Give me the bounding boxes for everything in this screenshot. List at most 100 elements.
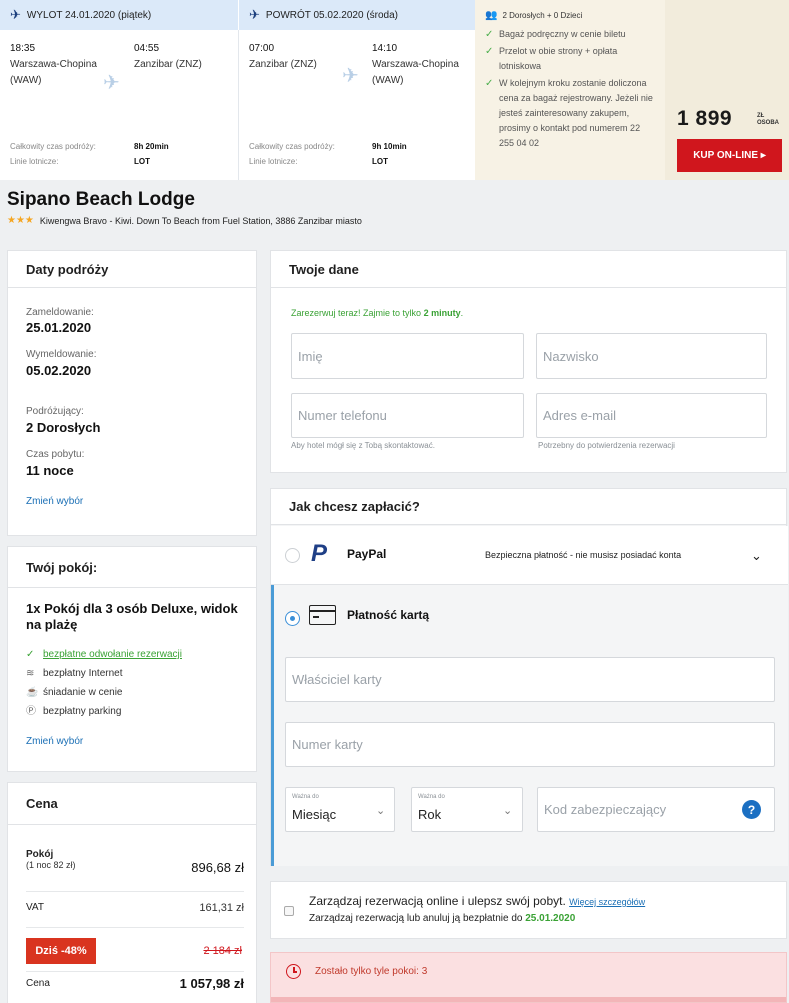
total-row: Cena 1 057,98 zł [26,976,244,991]
airline-label: Linie lotnicze: [249,157,298,166]
feature-text: bezpłatny parking [43,706,122,717]
promo-prefix: Zarezerwuj teraz! Zajmie to tylko [291,308,422,318]
benefits-list: Bagaż podręczny w cenie biletu Przelot w… [485,27,665,151]
paypal-label: PayPal [347,547,387,561]
card-option: Płatność kartą Właściciel karty Numer ka… [271,585,788,866]
feature-free-cancel[interactable]: ✓ bezpłatne odwołanie rezerwacji [26,645,251,664]
discount-badge: Dziś -48% [26,938,96,964]
duration-value: 8h 20min [134,142,169,151]
security-code-field[interactable]: Kod zabezpieczający [537,787,775,832]
plane-icon: ✈ [103,72,120,94]
departure-time: 07:00 [249,43,275,54]
price-title: Cena [8,783,256,825]
duration-value: 9h 10min [372,142,407,151]
price-unit: ZŁ OSOBA [757,113,779,127]
old-price: 2 184 zł [203,945,242,957]
total-label: Cena [26,978,50,989]
change-dates-link[interactable]: Zmień wybór [26,496,83,507]
return-arrival: 14:10 Warszawa-Chopina (WAW) [372,41,472,89]
card-number-field[interactable]: Numer karty [285,722,775,767]
benefit-item: Bagaż podręczny w cenie biletu [485,27,655,42]
price-currency: ZŁ [757,113,765,119]
more-details-link[interactable]: Więcej szczegółów [569,897,645,907]
card-label: Płatność kartą [347,608,430,622]
manage-sub-text: Zarządzaj rezerwacją lub anuluj ją bezpł… [309,913,523,924]
card-radio[interactable] [285,611,300,626]
card-owner-field[interactable]: Właściciel karty [285,657,775,702]
checkin-label: Zameldowanie: [26,307,94,318]
buy-online-button[interactable]: KUP ON-LINE ▸ [677,139,782,172]
outbound-title: WYLOT 24.01.2020 (piątek) [26,9,152,21]
manage-checkbox[interactable] [284,906,294,916]
star-rating-icon: ★★★ [7,215,34,226]
address-text: Kiwengwa Bravo - Kiwi. Down To Beach fro… [39,215,362,226]
manage-subtitle: Zarządzaj rezerwacją lub anuluj ją bezpł… [309,913,575,924]
arrival-time: 14:10 [372,43,398,54]
return-header: ✈ POWRÓT 05.02.2020 (środa) [239,0,475,30]
feature-breakfast: ☕ śniadanie w cenie [26,683,251,702]
paypal-option[interactable]: P PayPal Bezpieczna płatność - nie musis… [271,526,788,585]
divider [26,971,244,972]
breakfast-icon: ☕ [26,687,39,698]
email-field[interactable]: Adres e-mail [536,393,767,438]
outbound-arrival: 04:55 Zanzibar (ZNZ) [134,41,234,73]
people-icon: 👥 [485,10,498,21]
manage-booking-panel: Zarządzaj rezerwacją online i ulepsz swó… [270,881,787,939]
room-price-label: Pokój [26,849,54,860]
checkin-date: 25.01.2020 [26,320,92,335]
takeoff-icon: ✈ [249,7,260,22]
phone-hint: Aby hotel mógł się z Tobą skontaktować. [291,441,435,450]
change-room-link[interactable]: Zmień wybór [26,736,83,747]
feature-text: bezpłatny Internet [43,668,123,679]
benefit-item: Przelot w obie strony + opłata lotniskow… [485,44,655,74]
passengers: 👥 2 Dorosłych + 0 Dzieci [485,10,665,21]
vat-value: 161,31 zł [199,902,244,914]
outbound-details: Całkowity czas podróży: 8h 20min Linie lo… [10,139,230,169]
return-details: Całkowity czas podróży: 9h 10min Linie lo… [249,139,469,169]
flight-info: 👥 2 Dorosłych + 0 Dzieci Bagaż podręczny… [475,0,665,180]
feature-text: bezpłatne odwołanie rezerwacji [43,649,182,660]
chevron-down-icon: ⌄ [503,805,513,817]
chevron-down-icon[interactable]: ⌄ [751,548,762,564]
chevron-down-icon: ⌄ [376,805,386,817]
first-name-field[interactable]: Imię [291,333,524,379]
paypal-radio[interactable] [285,548,300,563]
feature-text: śniadanie w cenie [43,687,123,698]
arrival-place: Warszawa-Chopina (WAW) [372,59,459,86]
arrival-time: 04:55 [134,43,160,54]
promo-text: Zarezerwuj teraz! Zajmie to tylko 2 minu… [291,308,463,318]
trip-dates-panel: Daty podróży Zameldowanie: 25.01.2020 Wy… [7,250,257,536]
help-icon[interactable]: ? [742,800,761,819]
parking-icon: Ⓟ [26,706,36,717]
checkout-date: 05.02.2020 [26,363,92,378]
airline-label: Linie lotnicze: [10,157,59,166]
hotel-address: ★★★ Kiwengwa Bravo - Kiwi. Down To Beach… [7,215,362,226]
benefit-item: W kolejnym kroku zostanie doliczona cena… [485,76,655,151]
promo-bold: 2 minuty [423,308,461,318]
clock-icon [286,964,301,979]
travelers-label: Podróżujący: [26,406,84,417]
passengers-text: 2 Dorosłych + 0 Dzieci [502,11,583,20]
duration-label: Całkowity czas podróży: [10,142,96,151]
departure-time: 18:35 [10,43,36,54]
room-features: ✓ bezpłatne odwołanie rezerwacji ≋ bezpł… [26,645,251,721]
month-value: Miesiąc [292,807,337,822]
last-name-field[interactable]: Nazwisko [536,333,767,379]
manage-title-row: Zarządzaj rezerwacją online i ulepsz swó… [309,894,645,908]
room-name: 1x Pokój dla 3 osób Deluxe, widok na pla… [26,601,238,632]
phone-field[interactable]: Numer telefonu [291,393,524,438]
divider [26,927,244,928]
room-title: Twój pokój: [8,547,256,588]
flight-summary: ✈ WYLOT 24.01.2020 (piątek) 18:35 Warsza… [0,0,789,180]
email-hint: Potrzebny do potwierdzenia rezerwacji [538,441,675,450]
vat-label: VAT [26,902,44,913]
travelers-value: 2 Dorosłych [26,420,101,435]
payment-panel: Jak chcesz zapłacić? P PayPal Bezpieczna… [270,488,788,866]
check-icon: ✓ [26,649,35,660]
personal-data-title: Twoje dane [271,251,786,288]
duration-label: Całkowity czas podróży: [249,142,335,151]
divider [26,891,244,892]
paypal-note: Bezpieczna płatność - nie musisz posiada… [485,550,682,560]
room-price-value: 896,68 zł [191,860,244,875]
takeoff-icon: ✈ [10,7,21,22]
